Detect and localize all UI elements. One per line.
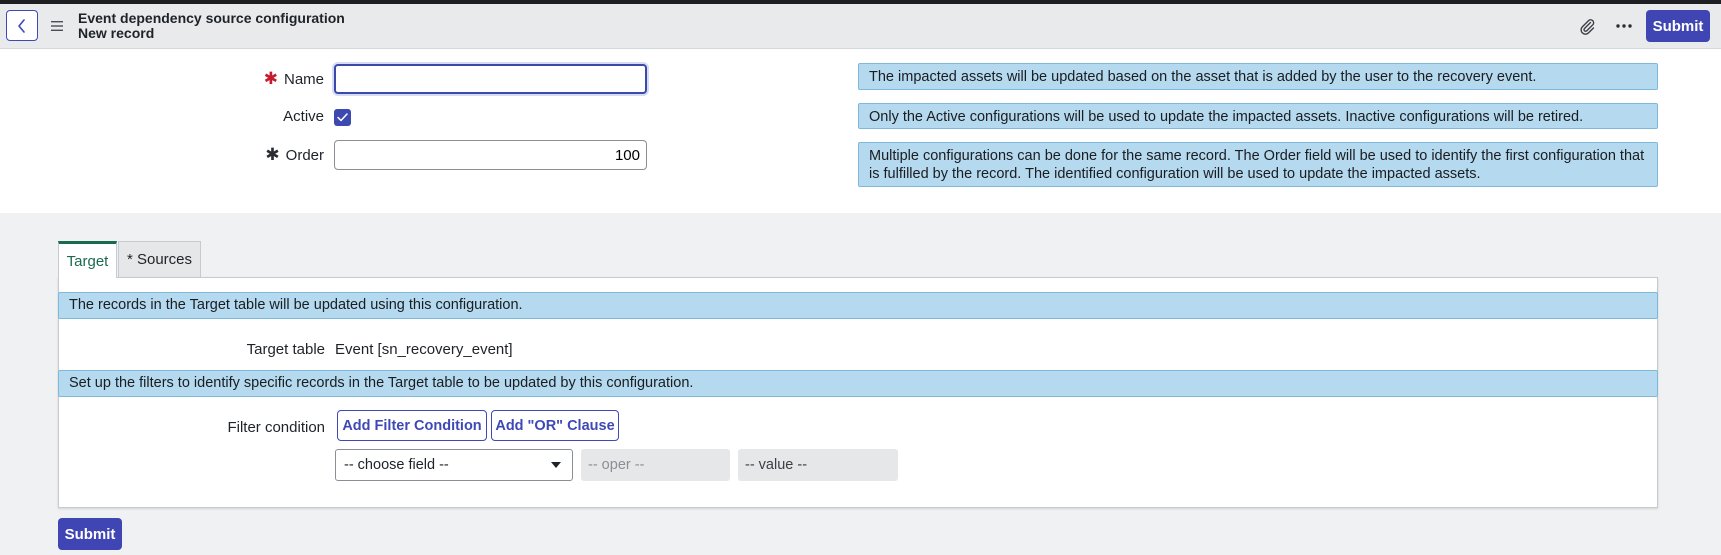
caret-down-icon (551, 462, 561, 468)
value-input: -- value -- (738, 449, 898, 481)
form-title: Event dependency source configuration (78, 10, 345, 26)
more-horizontal-icon[interactable] (1614, 16, 1634, 36)
required-asterisk-icon: ✱ (263, 69, 278, 88)
tab-sources[interactable]: * Sources (118, 241, 201, 277)
paperclip-icon[interactable] (1578, 17, 1596, 35)
name-label: ✱ Name (124, 69, 324, 89)
target-table-value: Event [sn_recovery_event] (335, 341, 513, 358)
add-filter-condition-button[interactable]: Add Filter Condition (337, 410, 487, 441)
name-input[interactable] (334, 64, 647, 94)
choose-field-select[interactable]: -- choose field -- (335, 449, 573, 481)
page-title: Event dependency source configuration Ne… (78, 11, 345, 41)
active-label: Active (283, 108, 324, 125)
filter-info-banner: Set up the filters to identify specific … (58, 370, 1658, 397)
info-message: The impacted assets will be updated base… (858, 63, 1658, 90)
name-label-text: Name (283, 71, 324, 88)
order-label: ✱ Order (124, 145, 324, 165)
target-tab-panel: The records in the Target table will be … (58, 277, 1658, 508)
target-info-banner: The records in the Target table will be … (58, 292, 1658, 319)
info-message: Multiple configurations can be done for … (858, 142, 1658, 187)
submit-button-top[interactable]: Submit (1646, 10, 1710, 42)
operator-select: -- oper -- (581, 449, 730, 481)
checkmark-icon (337, 113, 348, 122)
active-checkbox[interactable] (334, 109, 351, 126)
submit-button-bottom[interactable]: Submit (58, 518, 122, 550)
form-fields-section: ✱ Name Active ✱ Order The impacted assets … (0, 49, 1721, 213)
form-header: Event dependency source configuration Ne… (0, 4, 1721, 49)
info-message: Only the Active configurations will be u… (858, 103, 1658, 129)
chevron-left-icon (18, 18, 25, 33)
hamburger-menu-icon[interactable] (50, 20, 64, 32)
back-button[interactable] (6, 10, 38, 41)
order-label-text: Order (285, 147, 324, 164)
target-table-label: Target table (246, 341, 325, 358)
tab-target[interactable]: Target (58, 241, 117, 278)
filter-condition-label: Filter condition (227, 419, 325, 436)
form-subtitle: New record (78, 25, 155, 41)
add-or-clause-button[interactable]: Add "OR" Clause (491, 410, 619, 441)
order-input[interactable] (334, 140, 647, 170)
required-asterisk-icon: ✱ (265, 145, 280, 164)
choose-field-text: -- choose field -- (344, 457, 449, 473)
